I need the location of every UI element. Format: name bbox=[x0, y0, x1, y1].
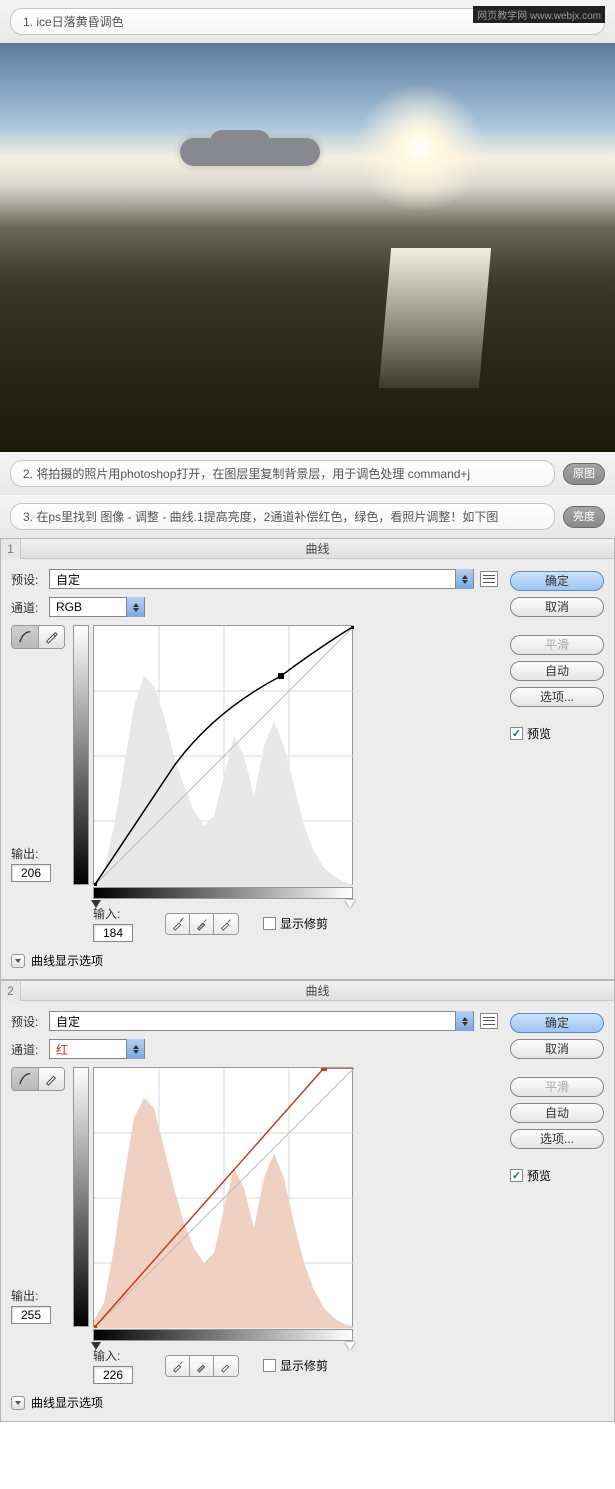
preview-label: 预览 bbox=[527, 725, 551, 742]
original-button[interactable]: 原图 bbox=[563, 463, 605, 485]
smooth-button[interactable]: 平滑 bbox=[510, 635, 604, 655]
options-button[interactable]: 选项... bbox=[510, 687, 604, 707]
preview-checkbox[interactable]: 预览 bbox=[510, 725, 604, 742]
show-clipping-checkbox[interactable]: 显示修剪 bbox=[263, 1357, 328, 1374]
channel-label: 通道: bbox=[11, 1041, 43, 1058]
show-clipping-checkbox[interactable]: 显示修剪 bbox=[263, 915, 328, 932]
ok-button[interactable]: 确定 bbox=[510, 1013, 604, 1033]
output-gradient-bar bbox=[73, 1067, 89, 1327]
channel-select[interactable]: RGB bbox=[49, 597, 145, 617]
options-button[interactable]: 选项... bbox=[510, 1129, 604, 1149]
preset-label: 预设: bbox=[11, 1013, 43, 1030]
preset-menu-icon[interactable] bbox=[480, 571, 498, 587]
output-gradient-bar bbox=[73, 625, 89, 885]
channel-value: 红 bbox=[50, 1041, 126, 1058]
black-point-eyedropper[interactable] bbox=[166, 914, 190, 934]
black-point-eyedropper[interactable] bbox=[166, 1356, 190, 1376]
pencil-tool-button[interactable] bbox=[39, 626, 65, 648]
curves-dialog-2: 2 曲线 预设: 自定 通道: 红 bbox=[0, 980, 615, 1422]
dropdown-icon bbox=[126, 1039, 144, 1059]
eyedropper-group bbox=[165, 913, 239, 935]
gray-point-eyedropper[interactable] bbox=[190, 914, 214, 934]
curve-display-options-label: 曲线显示选项 bbox=[31, 952, 103, 969]
output-label: 输出: bbox=[11, 1287, 65, 1304]
preset-value: 自定 bbox=[50, 1013, 455, 1030]
curve-tool-button[interactable] bbox=[12, 1068, 39, 1090]
step-3-text: 3. 在ps里找到 图像 - 调整 - 曲线.1提高亮度，2通道补偿红色，绿色，… bbox=[10, 503, 555, 530]
show-clipping-label: 显示修剪 bbox=[280, 1357, 328, 1374]
preset-menu-icon[interactable] bbox=[480, 1013, 498, 1029]
source-photo bbox=[0, 43, 615, 452]
panel-number: 1 bbox=[1, 539, 21, 559]
curves-graph[interactable] bbox=[93, 1067, 353, 1327]
expand-options-button[interactable] bbox=[11, 1396, 25, 1410]
expand-options-button[interactable] bbox=[11, 954, 25, 968]
dropdown-icon bbox=[126, 597, 144, 617]
curve-display-options-label: 曲线显示选项 bbox=[31, 1394, 103, 1411]
dialog-title: 曲线 bbox=[21, 982, 614, 999]
white-point-eyedropper[interactable] bbox=[214, 914, 238, 934]
input-gradient-bar[interactable] bbox=[93, 1329, 353, 1341]
preview-checkbox[interactable]: 预览 bbox=[510, 1167, 604, 1184]
channel-label: 通道: bbox=[11, 599, 43, 616]
output-label: 输出: bbox=[11, 845, 65, 862]
eyedropper-group bbox=[165, 1355, 239, 1377]
dropdown-icon bbox=[455, 569, 473, 589]
cancel-button[interactable]: 取消 bbox=[510, 1039, 604, 1059]
watermark: 网页教学网 www.webjx.com bbox=[473, 6, 605, 23]
pencil-tool-button[interactable] bbox=[39, 1068, 65, 1090]
curve-tool-button[interactable] bbox=[12, 626, 39, 648]
input-input[interactable] bbox=[93, 924, 133, 942]
preview-label: 预览 bbox=[527, 1167, 551, 1184]
auto-button[interactable]: 自动 bbox=[510, 1103, 604, 1123]
channel-select[interactable]: 红 bbox=[49, 1039, 145, 1059]
cancel-button[interactable]: 取消 bbox=[510, 597, 604, 617]
dropdown-icon bbox=[455, 1011, 473, 1031]
smooth-button[interactable]: 平滑 bbox=[510, 1077, 604, 1097]
preset-select[interactable]: 自定 bbox=[49, 1011, 474, 1031]
curve-tool-group bbox=[11, 1067, 65, 1091]
dialog-title: 曲线 bbox=[21, 540, 614, 557]
show-clipping-label: 显示修剪 bbox=[280, 915, 328, 932]
step-2-text: 2. 将拍摄的照片用photoshop打开，在图层里复制背景层，用于调色处理 c… bbox=[10, 460, 555, 487]
curves-dialog-1: 1 曲线 预设: 自定 通道: RGB bbox=[0, 538, 615, 980]
input-input[interactable] bbox=[93, 1366, 133, 1384]
preset-select[interactable]: 自定 bbox=[49, 569, 474, 589]
curves-graph[interactable] bbox=[93, 625, 353, 885]
preset-value: 自定 bbox=[50, 571, 455, 588]
input-gradient-bar[interactable] bbox=[93, 887, 353, 899]
curve-tool-group bbox=[11, 625, 65, 649]
output-input[interactable] bbox=[11, 1306, 51, 1324]
output-input[interactable] bbox=[11, 864, 51, 882]
auto-button[interactable]: 自动 bbox=[510, 661, 604, 681]
channel-value: RGB bbox=[50, 600, 126, 614]
brightness-button[interactable]: 亮度 bbox=[563, 506, 605, 528]
preset-label: 预设: bbox=[11, 571, 43, 588]
panel-number: 2 bbox=[1, 981, 21, 1001]
white-point-eyedropper[interactable] bbox=[214, 1356, 238, 1376]
gray-point-eyedropper[interactable] bbox=[190, 1356, 214, 1376]
ok-button[interactable]: 确定 bbox=[510, 571, 604, 591]
